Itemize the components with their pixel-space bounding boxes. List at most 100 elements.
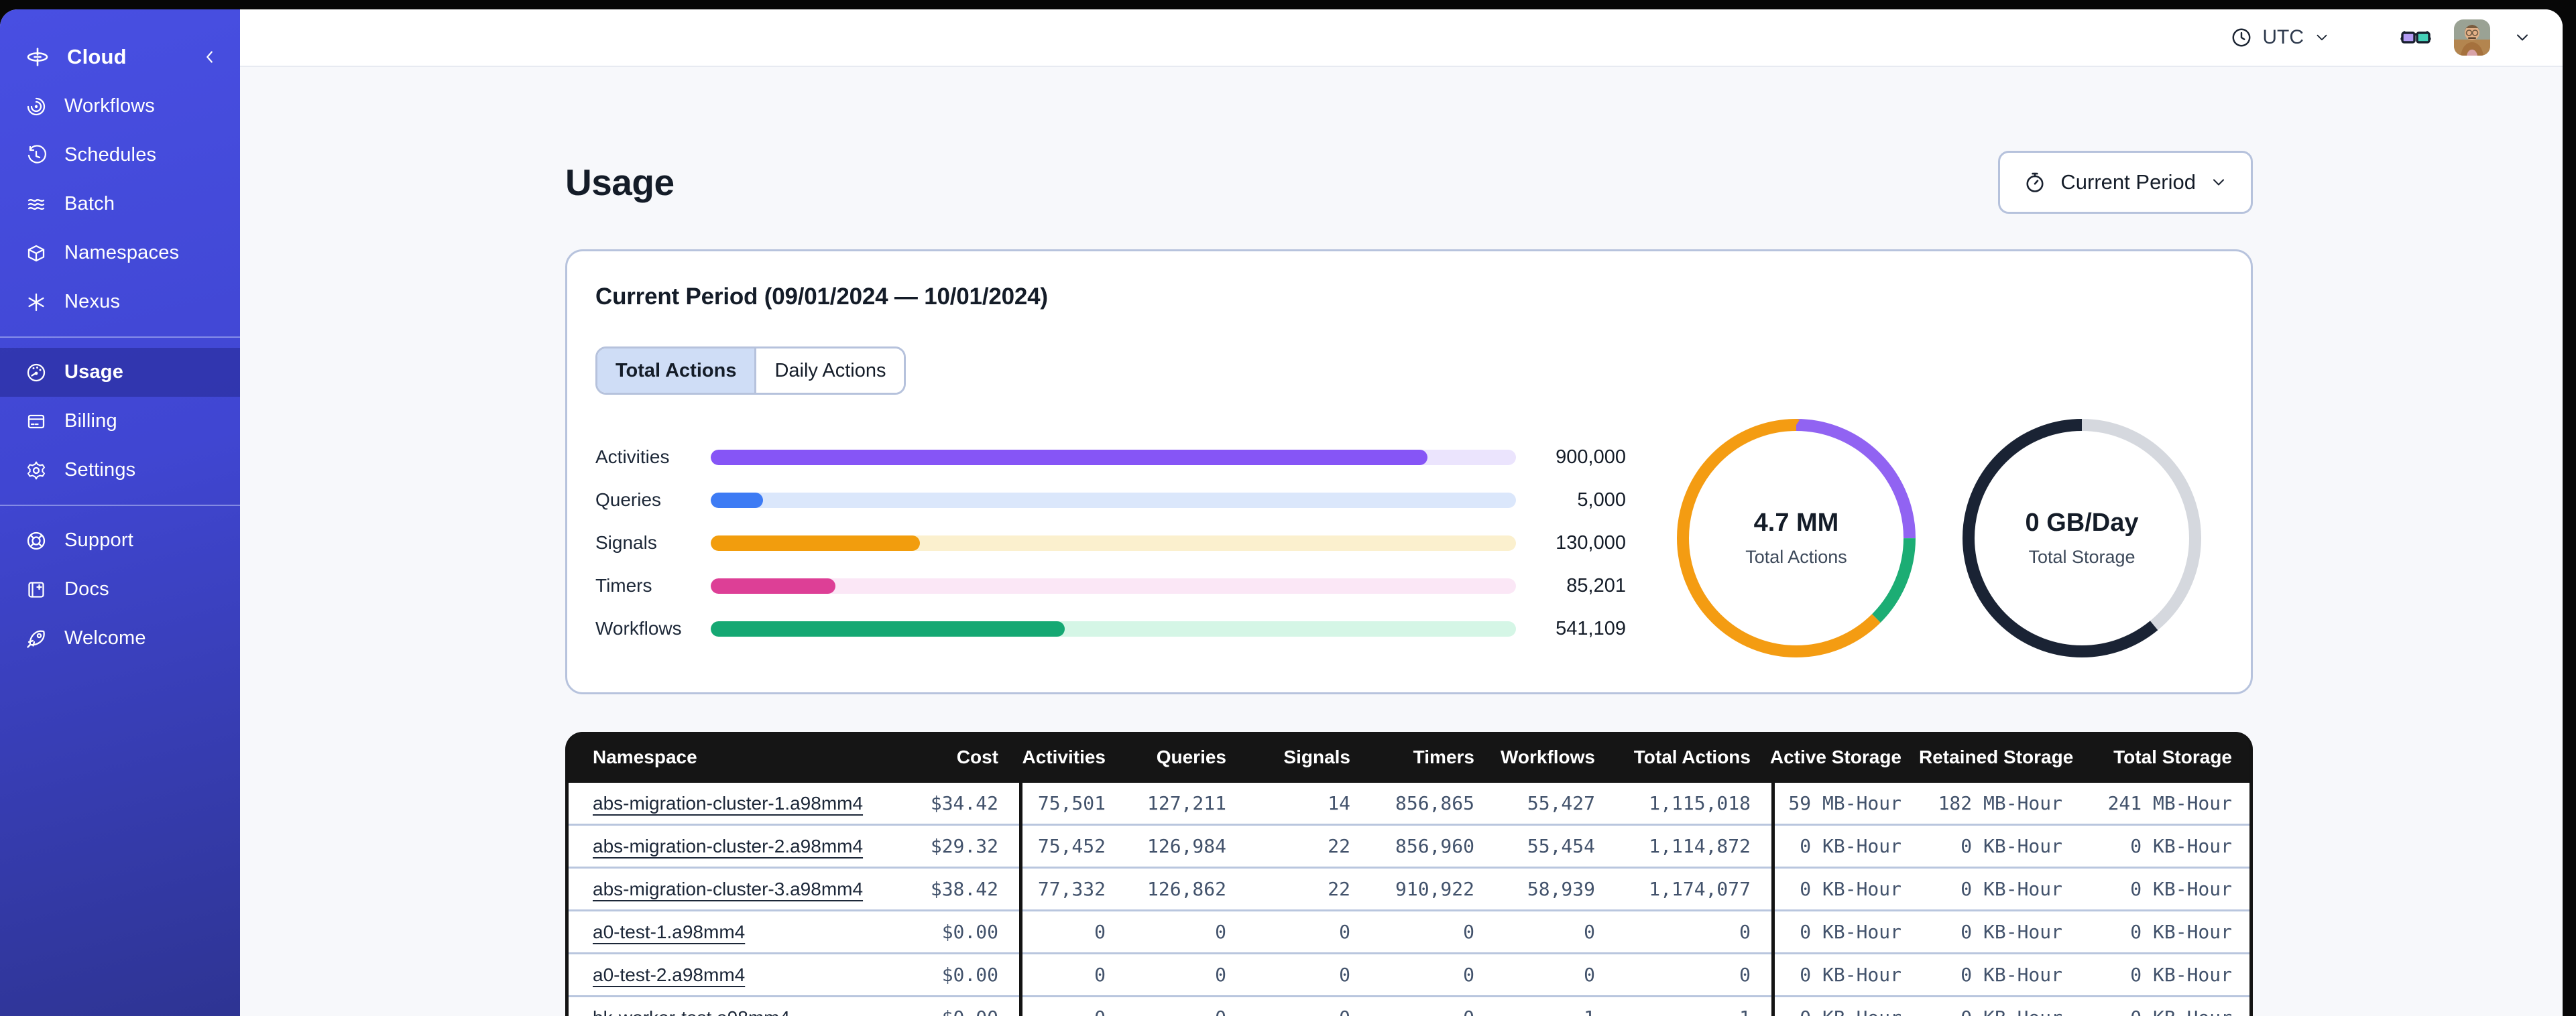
cell-activities: 77,332: [1037, 878, 1106, 900]
timezone-selector[interactable]: UTC: [2230, 26, 2331, 49]
column-header: Queries: [1156, 747, 1226, 767]
sidebar-divider: [0, 336, 240, 338]
cell-signals: 22: [1328, 835, 1350, 857]
namespace-link[interactable]: a0-test-2.a98mm4: [593, 964, 745, 985]
cell-timers: 0: [1368, 1007, 1492, 1016]
temporal-cloud-logo-icon: [25, 45, 50, 69]
sidebar-item-welcome[interactable]: Welcome: [0, 614, 240, 663]
user-avatar[interactable]: [2454, 19, 2490, 56]
bar-fill: [711, 578, 836, 594]
cell-total-actions: 1: [1613, 1007, 1768, 1016]
cell-workflows: 1: [1492, 1007, 1613, 1016]
sidebar: Cloud Workflows Schedules Batch Namespac…: [0, 9, 240, 1016]
sidebar-item-label: Schedules: [64, 144, 157, 166]
cell-total-storage: 0 KB-Hour: [2130, 964, 2232, 986]
usage-icon: [25, 362, 47, 383]
column-header: Retained Storage: [1919, 747, 2074, 767]
bar-row-workflows: Workflows 541,109: [595, 607, 1626, 650]
sidebar-collapse-button[interactable]: [200, 47, 220, 67]
tab-total-actions[interactable]: Total Actions: [597, 348, 757, 393]
column-header: Activities: [1022, 747, 1106, 767]
cell-workflows: 0: [1584, 921, 1595, 943]
sidebar-item-support[interactable]: Support: [0, 516, 240, 565]
sidebar-item-label: Nexus: [64, 291, 121, 312]
sidebar-item-usage[interactable]: Usage: [0, 348, 240, 397]
cell-signals: 0: [1339, 921, 1350, 943]
cell-timers: 0: [1463, 964, 1474, 986]
bar-value: 541,109: [1556, 617, 1626, 639]
bar-fill: [711, 449, 1427, 465]
period-selector-button[interactable]: Current Period: [1998, 151, 2253, 214]
column-header: Total Storage: [2113, 747, 2232, 767]
sidebar-item-nexus[interactable]: Nexus: [0, 277, 240, 326]
cell-workflows: 55,454: [1527, 835, 1595, 857]
namespace-link[interactable]: abs-migration-cluster-2.a98mm4: [593, 836, 863, 856]
cell-total-actions: 1,115,018: [1649, 792, 1751, 814]
sidebar-item-batch[interactable]: Batch: [0, 180, 240, 229]
bar-label: Activities: [595, 446, 670, 467]
table-row: a0-test-2.a98mm4 $0.00 0 0 0 0 0 0 0 KB-…: [569, 954, 2249, 997]
page-title: Usage: [565, 162, 675, 203]
cell-total-actions: 0: [1739, 921, 1751, 943]
bar-label: Timers: [595, 575, 652, 596]
welcome-rocket-icon: [25, 628, 47, 649]
donut-value: 4.7 MM: [1753, 509, 1839, 537]
table-row: abs-migration-cluster-2.a98mm4 $29.32 75…: [569, 826, 2249, 869]
cell-total-storage: 0 KB-Hour: [2080, 1007, 2249, 1016]
bar-value: 900,000: [1556, 446, 1626, 468]
namespace-link[interactable]: a0-test-1.a98mm4: [593, 922, 745, 942]
bar-row-signals: Signals 130,000: [595, 521, 1626, 564]
cell-timers: 856,865: [1395, 792, 1474, 814]
cell-total-storage: 0 KB-Hour: [2130, 878, 2232, 900]
sidebar-item-namespaces[interactable]: Namespaces: [0, 229, 240, 277]
sidebar-item-label: Settings: [64, 459, 136, 481]
cell-retained-storage: 0 KB-Hour: [1960, 835, 2062, 857]
sidebar-item-workflows[interactable]: Workflows: [0, 82, 240, 131]
sidebar-item-schedules[interactable]: Schedules: [0, 131, 240, 180]
namespace-link[interactable]: abs-migration-cluster-3.a98mm4: [593, 879, 863, 899]
sidebar-item-label: Billing: [64, 410, 117, 432]
tab-daily-actions[interactable]: Daily Actions: [756, 348, 904, 393]
donut-label: Total Storage: [2028, 547, 2135, 567]
brand-row[interactable]: Cloud: [0, 32, 240, 82]
bar-track: [711, 492, 1516, 508]
sidebar-item-billing[interactable]: Billing: [0, 397, 240, 446]
settings-icon: [25, 460, 47, 481]
table-section-divider: [1771, 783, 1775, 1016]
bar-label: Signals: [595, 532, 657, 553]
namespace-link[interactable]: bk-worker-test.a98mm4: [593, 1007, 790, 1016]
timezone-label: UTC: [2262, 26, 2304, 48]
total-actions-donut-chart: 4.7 MM Total Actions: [1677, 419, 1916, 657]
cell-signals: 14: [1328, 792, 1350, 814]
table-row: bk-worker-test.a98mm4 $0.00 0 0 0 0 1 1 …: [569, 997, 2249, 1016]
sidebar-item-label: Docs: [64, 578, 109, 600]
sidebar-item-docs[interactable]: Docs: [0, 565, 240, 614]
cell-signals: 0: [1244, 1007, 1368, 1016]
total-storage-donut-chart: 0 GB/Day Total Storage: [1963, 419, 2201, 657]
labs-glasses-icon[interactable]: [2400, 24, 2431, 51]
namespace-link[interactable]: abs-migration-cluster-1.a98mm4: [593, 793, 863, 814]
account-menu-chevron-icon[interactable]: [2513, 28, 2532, 47]
cell-total-storage: 0 KB-Hour: [2130, 921, 2232, 943]
bar-value: 5,000: [1577, 489, 1626, 511]
cell-active-storage: 0 KB-Hour: [1768, 1007, 1919, 1016]
column-header: Namespace: [593, 747, 697, 767]
sidebar-item-label: Batch: [64, 193, 115, 214]
actions-bar-chart: Activities 900,000 Queries 5,000 Signals: [595, 436, 1626, 650]
cell-cost: $0.00: [864, 1007, 1016, 1016]
usage-charts: Activities 900,000 Queries 5,000 Signals: [595, 419, 2224, 657]
chevron-down-icon: [2313, 29, 2331, 46]
sidebar-item-settings[interactable]: Settings: [0, 446, 240, 495]
bar-row-timers: Timers 85,201: [595, 564, 1626, 607]
cell-signals: 0: [1339, 964, 1350, 986]
cell-workflows: 55,427: [1527, 792, 1595, 814]
cell-total-storage: 241 MB-Hour: [2107, 792, 2232, 814]
bar-row-activities: Activities 900,000: [595, 436, 1626, 479]
donut-label: Total Actions: [1745, 547, 1847, 567]
bar-label: Queries: [595, 489, 662, 510]
bar-fill: [711, 492, 764, 508]
donut-value: 0 GB/Day: [2025, 509, 2139, 537]
actions-tab-group: Total Actions Daily Actions: [595, 346, 906, 395]
cell-cost: $0.00: [941, 921, 998, 943]
cell-retained-storage: 0 KB-Hour: [1960, 921, 2062, 943]
